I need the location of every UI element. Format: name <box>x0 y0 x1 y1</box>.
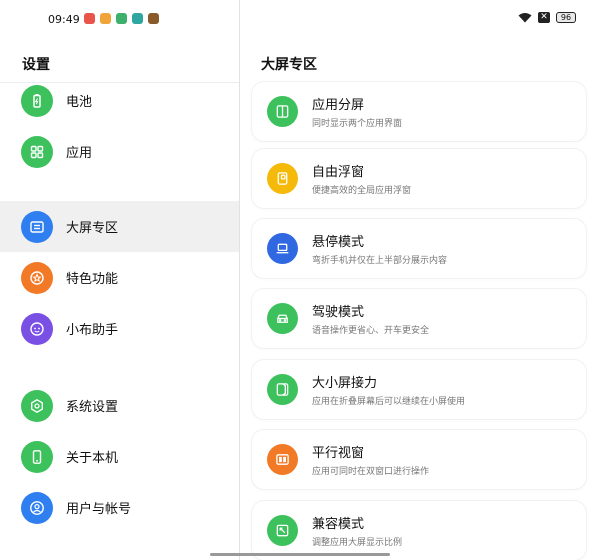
battery-icon <box>21 84 53 117</box>
pane-divider <box>239 0 240 560</box>
card-title: 驾驶模式 <box>312 305 365 320</box>
sidebar-title: 设置 <box>22 57 50 73</box>
car-icon <box>267 303 298 334</box>
assistant-icon <box>21 312 53 345</box>
page-title: 大屏专区 <box>261 57 317 73</box>
no-sim-icon: ✕ <box>538 12 550 23</box>
floating-window-icon <box>267 163 298 194</box>
parallel-window-icon <box>267 444 298 475</box>
card-subtitle: 便捷高效的全局应用浮窗 <box>312 186 412 196</box>
sidebar-item-label: 应用 <box>66 146 93 161</box>
card-title: 大小屏接力 <box>312 376 378 391</box>
hover-mode-card[interactable]: 悬停模式 弯折手机并仅在上半部分展示内容 <box>252 219 586 278</box>
card-subtitle: 弯折手机并仅在上半部分展示内容 <box>312 256 448 266</box>
sidebar-item-label: 特色功能 <box>66 272 119 287</box>
star-icon <box>21 261 53 294</box>
sidebar-item-label: 系统设置 <box>66 400 119 415</box>
floating-window-card[interactable]: 自由浮窗 便捷高效的全局应用浮窗 <box>252 149 586 208</box>
card-title: 自由浮窗 <box>312 165 365 180</box>
sidebar-item-special-features[interactable]: 特色功能 <box>0 252 239 303</box>
card-title: 平行视窗 <box>312 446 365 461</box>
sidebar-item-apps[interactable]: 应用 <box>0 126 239 177</box>
split-screen-card[interactable]: 应用分屏 同时显示两个应用界面 <box>252 82 586 141</box>
sidebar-item-label: 电池 <box>66 95 93 110</box>
card-subtitle: 调整应用大屏显示比例 <box>312 538 403 548</box>
settings-sidebar: 设置 电池 应用 大屏专区 特色功能 小布助手 系统设置 关于本机 用户与帐号 <box>0 0 239 560</box>
sidebar-item-label: 大屏专区 <box>66 221 119 236</box>
card-subtitle: 语音操作更省心、开车更安全 <box>312 326 430 336</box>
card-title: 应用分屏 <box>312 98 365 113</box>
sidebar-item-about-phone[interactable]: 关于本机 <box>0 431 239 482</box>
phone-icon <box>21 440 53 473</box>
wifi-icon <box>518 13 532 23</box>
sidebar-item-label: 用户与帐号 <box>66 502 132 517</box>
screen-relay-card[interactable]: 大小屏接力 应用在折叠屏幕后可以继续在小屏使用 <box>252 360 586 419</box>
split-screen-icon <box>267 96 298 127</box>
sidebar-item-system-settings[interactable]: 系统设置 <box>0 380 239 431</box>
sidebar-item-large-screen[interactable]: 大屏专区 <box>0 201 239 252</box>
status-indicators: ✕ 96 <box>518 12 576 23</box>
sidebar-item-label: 关于本机 <box>66 451 119 466</box>
compatibility-mode-card[interactable]: 兼容模式 调整应用大屏显示比例 <box>252 501 586 560</box>
driving-mode-card[interactable]: 驾驶模式 语音操作更省心、开车更安全 <box>252 289 586 348</box>
fold-relay-icon <box>267 374 298 405</box>
user-icon <box>21 491 53 524</box>
settings-hex-icon <box>21 389 53 422</box>
sidebar-item-battery[interactable]: 电池 <box>0 75 239 126</box>
card-title: 悬停模式 <box>312 235 365 250</box>
battery-indicator: 96 <box>556 12 576 23</box>
card-title: 兼容模式 <box>312 517 365 532</box>
parallel-window-card[interactable]: 平行视窗 应用可同时在双窗口进行操作 <box>252 430 586 489</box>
sidebar-item-users-accounts[interactable]: 用户与帐号 <box>0 482 239 533</box>
sidebar-item-assistant[interactable]: 小布助手 <box>0 303 239 354</box>
card-subtitle: 应用在折叠屏幕后可以继续在小屏使用 <box>312 397 466 407</box>
large-screen-icon <box>21 210 53 243</box>
home-indicator[interactable] <box>210 553 390 556</box>
compatibility-icon <box>267 515 298 546</box>
laptop-icon <box>267 233 298 264</box>
apps-grid-icon <box>21 135 53 168</box>
card-subtitle: 应用可同时在双窗口进行操作 <box>312 467 430 477</box>
sidebar-item-label: 小布助手 <box>66 323 119 338</box>
card-subtitle: 同时显示两个应用界面 <box>312 119 403 129</box>
